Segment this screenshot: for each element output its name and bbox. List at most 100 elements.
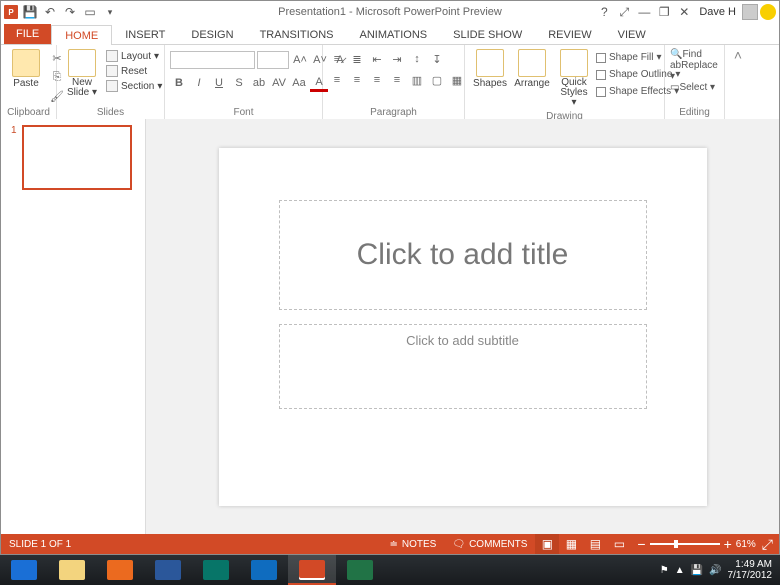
align-text-button[interactable]: ▢ [428,71,446,89]
taskbar-word[interactable] [144,555,192,585]
sorter-view-button[interactable]: ▦ [559,534,583,554]
quick-styles-button[interactable]: QuickStyles ▾ [554,47,594,110]
new-slide-button[interactable]: NewSlide ▾ [62,47,102,100]
quick-styles-label: QuickStyles ▾ [558,78,590,108]
qat-customize-icon[interactable]: ▾ [102,4,118,20]
slide[interactable]: Click to add title Click to add subtitle [219,148,707,506]
justify-button[interactable]: ≡ [388,71,406,89]
workspace: 1 Click to add title Click to add subtit… [1,119,779,534]
slideshow-view-button[interactable]: ▭ [607,534,631,554]
reading-view-button[interactable]: ▤ [583,534,607,554]
align-left-button[interactable]: ≡ [328,71,346,89]
volume-icon[interactable]: 🔊 [709,565,721,576]
tab-animations[interactable]: ANIMATIONS [347,25,441,44]
paste-button[interactable]: Paste [6,47,46,91]
slide-canvas[interactable]: Click to add title Click to add subtitle [146,119,779,534]
italic-button[interactable]: I [190,74,208,92]
taskbar-powerpoint[interactable] [288,555,336,585]
bullets-button[interactable]: ≡ [328,50,346,68]
thumbnail-preview[interactable] [22,125,132,190]
reset-button[interactable]: Reset [104,64,164,78]
increase-indent-button[interactable]: ⇥ [388,50,406,68]
font-size-input[interactable] [257,51,289,69]
collapse-ribbon-button[interactable]: ˄ [725,45,751,119]
undo-icon[interactable]: ↶ [42,4,58,20]
avatar[interactable] [742,4,758,20]
user-name[interactable]: Dave H [695,6,740,18]
shadow-button[interactable]: ab [250,74,268,92]
tray-up-icon[interactable]: ▲ [675,565,685,576]
taskbar-explorer[interactable] [48,555,96,585]
slide-counter[interactable]: SLIDE 1 OF 1 [1,539,79,550]
help-icon[interactable]: ? [595,4,613,20]
ribbon-tabs: FILE HOME INSERT DESIGN TRANSITIONS ANIM… [1,23,779,45]
outline-label: Shape Outline [609,69,672,80]
comments-button[interactable]: 🗨 COMMENTS [444,534,535,554]
feedback-icon[interactable] [760,4,776,20]
decrease-indent-button[interactable]: ⇤ [368,50,386,68]
zoom-percent[interactable]: 61% [736,539,758,550]
outline-icon [596,70,606,80]
zoom-control[interactable]: − + 61% ⤢ [631,536,779,553]
zoom-slider[interactable] [650,543,720,545]
shape-fill-button[interactable]: Shape Fill ▾ [596,49,662,66]
strike-button[interactable]: S [230,74,248,92]
replace-button[interactable]: abReplace ▾ [670,60,719,82]
title-placeholder[interactable]: Click to add title [279,200,647,310]
change-case-button[interactable]: Aa [290,74,308,92]
zoom-thumb[interactable] [674,540,678,548]
tab-home[interactable]: HOME [51,25,112,45]
tab-view[interactable]: VIEW [605,25,659,44]
thumbnail-item[interactable]: 1 [11,125,135,190]
tab-file[interactable]: FILE [4,24,51,44]
system-tray[interactable]: ⚑ ▲ 💾 🔊 1:49 AM 7/17/2012 [660,555,780,585]
tab-insert[interactable]: INSERT [112,25,178,44]
columns-button[interactable]: ▥ [408,71,426,89]
outlook-icon [251,560,277,580]
zoom-in-button[interactable]: + [724,536,732,552]
fit-to-window-button[interactable]: ⤢ [762,536,773,553]
align-right-button[interactable]: ≡ [368,71,386,89]
save-icon[interactable]: 💾 [22,4,38,20]
find-button[interactable]: 🔍Find [670,49,719,60]
clock[interactable]: 1:49 AM 7/17/2012 [728,559,773,581]
tab-review[interactable]: REVIEW [535,25,604,44]
bold-button[interactable]: B [170,74,188,92]
text-direction-button[interactable]: ↧ [428,50,446,68]
taskbar-office[interactable] [96,555,144,585]
subtitle-placeholder[interactable]: Click to add subtitle [279,324,647,409]
increase-font-icon[interactable]: A˄ [291,51,309,69]
restore-button[interactable]: ❐ [655,4,673,20]
redo-icon[interactable]: ↷ [62,4,78,20]
thumbnails-pane[interactable]: 1 [1,119,146,534]
notes-button[interactable]: ≐ NOTES [382,534,445,554]
char-spacing-button[interactable]: AV [270,74,288,92]
zoom-out-button[interactable]: − [637,536,645,552]
replace-label: Replace [681,60,718,71]
underline-button[interactable]: U [210,74,228,92]
select-button[interactable]: ▭Select ▾ [670,82,719,93]
tab-slideshow[interactable]: SLIDE SHOW [440,25,535,44]
fullscreen-icon[interactable]: ⤢ [615,4,633,20]
shapes-button[interactable]: Shapes [470,47,510,91]
align-center-button[interactable]: ≡ [348,71,366,89]
line-spacing-button[interactable]: ↕ [408,50,426,68]
taskbar-publisher[interactable] [192,555,240,585]
power-icon[interactable]: 💾 [691,565,703,576]
smartart-button[interactable]: ▦ [448,71,466,89]
tab-transitions[interactable]: TRANSITIONS [247,25,347,44]
taskbar-outlook[interactable] [240,555,288,585]
start-slideshow-icon[interactable]: ▭ [82,4,98,20]
font-name-input[interactable] [170,51,255,69]
numbering-button[interactable]: ≣ [348,50,366,68]
layout-button[interactable]: Layout ▾ [104,49,164,63]
normal-view-button[interactable]: ▣ [535,534,559,554]
minimize-button[interactable]: — [635,4,653,20]
tab-design[interactable]: DESIGN [178,25,246,44]
taskbar-ie[interactable] [0,555,48,585]
taskbar-excel[interactable] [336,555,384,585]
arrange-button[interactable]: Arrange [512,47,552,91]
close-button[interactable]: ✕ [675,4,693,20]
flag-icon[interactable]: ⚑ [660,565,669,576]
section-button[interactable]: Section ▾ [104,79,164,93]
